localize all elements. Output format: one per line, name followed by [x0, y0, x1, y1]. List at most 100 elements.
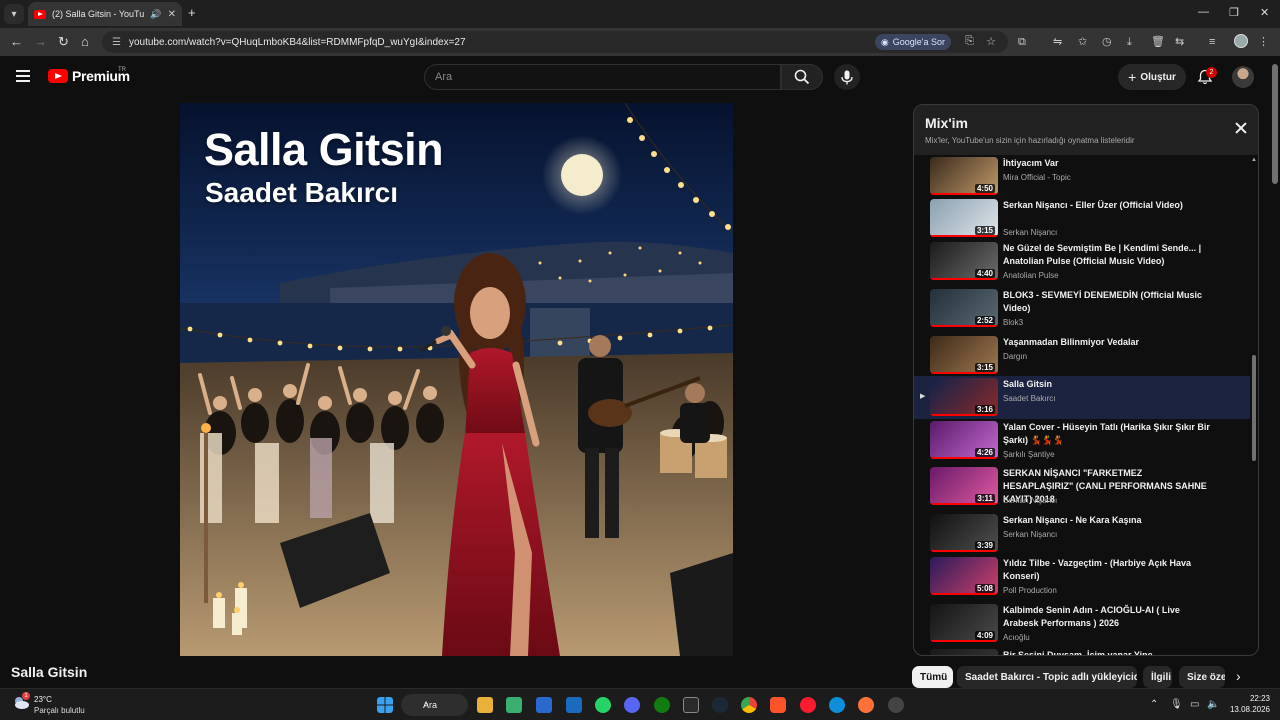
microsoft-store-icon[interactable]	[536, 697, 552, 713]
bookmark-star-icon[interactable]: ☆	[986, 35, 996, 48]
hamburger-menu-icon[interactable]	[16, 70, 30, 82]
playlist-item-channel[interactable]: Saadet Bakırcı	[1003, 394, 1055, 403]
playlist-item[interactable]: 3:39 Serkan Nişancı - Ne Kara Kaşına Serka…	[914, 512, 1250, 555]
voice-search-button[interactable]	[834, 64, 860, 90]
playlist-item-channel[interactable]: Mira Official - Topic	[1003, 173, 1071, 182]
tray-overflow-chevron-icon[interactable]: ⌃	[1150, 699, 1158, 710]
playlist-item[interactable]: 4:09 Kalbimde Senin Adın - ACIOĞLU-AI ( L…	[914, 602, 1250, 647]
playlist-item-channel[interactable]: Dargın	[1003, 352, 1027, 361]
playlist-item[interactable]: 3:15 Yaşanmadan Bilinmiyor Vedalar Dargın	[914, 334, 1250, 376]
playlist-item-thumbnail[interactable]: 4:40	[930, 242, 998, 280]
playlist-item-channel[interactable]: Acıoğlu	[1003, 633, 1030, 642]
file-explorer-icon[interactable]	[477, 697, 493, 713]
network-icon[interactable]: ▭	[1190, 699, 1199, 710]
playlist-scrollbar-thumb[interactable]	[1252, 355, 1256, 461]
filter-chip[interactable]: Size özel	[1179, 666, 1225, 688]
page-scrollbar-thumb[interactable]	[1272, 64, 1278, 184]
whatsapp-icon[interactable]	[595, 697, 611, 713]
playlist-item-title[interactable]: Kalbimde Senin Adın - ACIOĞLU-AI ( Live …	[1003, 604, 1213, 630]
browser-profile-avatar[interactable]	[1234, 34, 1248, 48]
window-close-button[interactable]: ✕	[1260, 6, 1269, 19]
filter-chip[interactable]: Saadet Bakırcı - Topic adlı yükleyiciden	[957, 666, 1137, 688]
search-input[interactable]	[435, 71, 780, 83]
home-icon[interactable]: ⌂	[81, 34, 89, 50]
reading-list-icon[interactable]: ≡	[1209, 35, 1215, 49]
opera-icon[interactable]	[800, 697, 816, 713]
windows-start-icon[interactable]	[377, 697, 393, 713]
account-avatar[interactable]	[1232, 66, 1254, 88]
back-icon[interactable]: ←	[10, 34, 23, 50]
playlist-item-channel[interactable]: Anatolian Pulse	[1003, 271, 1059, 280]
playlist-item-thumbnail[interactable]: 4:26	[930, 421, 998, 459]
playlist-item[interactable]: 4:26 Yalan Cover - Hüseyin Tatlı (Harika …	[914, 419, 1250, 465]
playlist-close-icon[interactable]	[1232, 119, 1250, 137]
playlist-item-thumbnail[interactable]: 4:09	[930, 604, 998, 642]
playlist-item-title[interactable]: Salla Gitsin	[1003, 378, 1213, 391]
playlist-item-thumbnail[interactable]: 3:11	[930, 467, 998, 505]
window-restore-button[interactable]: ❐	[1229, 6, 1239, 19]
playlist-item-thumbnail[interactable]: 3:39	[930, 514, 998, 552]
microphone-tray-icon[interactable]: 🎙	[1170, 699, 1183, 710]
download-icon[interactable]: ⤓	[1127, 35, 1132, 49]
new-tab-button[interactable]: +	[188, 6, 196, 20]
playlist-item[interactable]: 4:40 Ne Güzel de Sevmiştim Be | Kendimi S…	[914, 240, 1250, 287]
widgets-icon[interactable]	[506, 697, 522, 713]
install-app-icon[interactable]: ⎘	[965, 35, 974, 48]
playlist-item-thumbnail[interactable]: 4:50	[930, 157, 998, 195]
playlist-item[interactable]: ▶ 3:16 Salla Gitsin Saadet Bakırcı	[914, 376, 1250, 419]
tab-close-icon[interactable]: ✕	[168, 9, 176, 20]
filter-chip[interactable]: İlgili	[1143, 666, 1172, 688]
discord-icon[interactable]	[624, 697, 640, 713]
more-menu-icon[interactable]: ⋮	[1258, 35, 1269, 49]
playlist-item-thumbnail[interactable]: 3:15	[930, 199, 998, 237]
clock-time[interactable]: 22:23	[1232, 694, 1270, 703]
playlist-item-title[interactable]: İhtiyacım Var	[1003, 157, 1213, 170]
playlist-title[interactable]: Mix'im	[925, 115, 968, 131]
clock-date[interactable]: 13.08.2026	[1222, 705, 1270, 714]
playlist-item[interactable]: 3:15 Serkan Nişancı - Eller Üzer (Officia…	[914, 197, 1250, 240]
url-text[interactable]: youtube.com/watch?v=QHuqLmboKB4&list=RDM…	[129, 37, 466, 48]
playlist-item-thumbnail[interactable]: 3:15	[930, 336, 998, 374]
playlist-item-title[interactable]: Bir Sesini Duysam, İçim yanar Yine	[1003, 649, 1213, 655]
favorites-icon[interactable]: ✩	[1078, 35, 1087, 49]
playlist-item-channel[interactable]: Blok3	[1003, 318, 1023, 327]
playlist-item-channel[interactable]: Serkan Nişancı	[1003, 496, 1057, 505]
page-scrollbar[interactable]	[1270, 56, 1280, 688]
playlist-item-title[interactable]: Yıldız Tilbe - Vazgeçtim - (Harbiye Açık…	[1003, 557, 1213, 583]
playlist-item-title[interactable]: Serkan Nişancı - Eller Üzer (Official Vi…	[1003, 199, 1213, 212]
google-ask-button[interactable]: ◉ Google'a Sor	[874, 34, 951, 50]
steam-icon[interactable]	[712, 697, 728, 713]
split-view-icon[interactable]: ⇋	[1053, 35, 1062, 49]
translate-icon[interactable]: ⇆	[1175, 35, 1184, 49]
filter-chip[interactable]: Tümü	[912, 666, 953, 688]
playlist-scrollbar[interactable]: ▲	[1250, 155, 1258, 655]
playlist-item-channel[interactable]: Şarkılı Şantiye	[1003, 450, 1055, 459]
playlist-item-thumbnail[interactable]	[930, 649, 998, 655]
taskbar-search-box[interactable]: Ara	[401, 694, 468, 716]
playlist-item-title[interactable]: BLOK3 - SEVMEYİ DENEMEDİN (Official Musi…	[1003, 289, 1213, 315]
playlist-item-title[interactable]: Ne Güzel de Sevmiştim Be | Kendimi Sende…	[1003, 242, 1213, 268]
playlist-item-title[interactable]: Serkan Nişancı - Ne Kara Kaşına	[1003, 514, 1213, 527]
playlist-item-thumbnail[interactable]: 3:16	[930, 378, 998, 416]
edge-icon[interactable]	[829, 697, 845, 713]
volume-icon[interactable]: 🔈	[1207, 699, 1219, 710]
playlist-item[interactable]: 3:11 SERKAN NİŞANCI "FARKETMEZ HESAPLAŞIR…	[914, 465, 1250, 512]
playlist-item-channel[interactable]: Serkan Nişancı	[1003, 530, 1057, 539]
history-icon[interactable]: ◷	[1102, 35, 1112, 49]
firefox-icon[interactable]	[858, 697, 874, 713]
playlist-item-channel[interactable]: Serkan Nişancı	[1003, 228, 1057, 237]
playlist-item-title[interactable]: Yalan Cover - Hüseyin Tatlı (Harika Şıkı…	[1003, 421, 1213, 447]
browser-tab-youtube[interactable]: (2) Salla Gitsin - YouTube 🔊 ✕	[28, 2, 182, 26]
playlist-item-channel[interactable]: Poll Production	[1003, 586, 1057, 595]
xbox-icon[interactable]	[654, 697, 670, 713]
weather-temperature[interactable]: 23°C	[34, 695, 52, 704]
reload-icon[interactable]: ↻	[58, 34, 69, 50]
playlist-item-title[interactable]: Yaşanmadan Bilinmiyor Vedalar	[1003, 336, 1213, 349]
epic-games-icon[interactable]	[683, 697, 699, 713]
create-button[interactable]: + Oluştur	[1118, 64, 1186, 90]
speaker-icon[interactable]: 🔊	[150, 9, 161, 20]
tab-search-icon[interactable]: ▾	[4, 4, 24, 24]
weather-condition[interactable]: Parçalı bulutlu	[34, 706, 85, 715]
delete-icon[interactable]: 🗑	[1151, 35, 1165, 49]
scroll-up-arrow-icon[interactable]: ▲	[1251, 157, 1257, 163]
